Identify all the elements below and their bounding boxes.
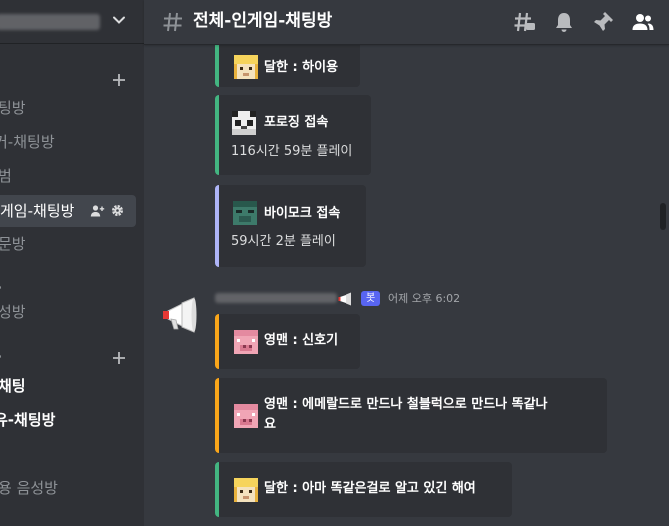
pin-icon[interactable] <box>591 10 615 34</box>
pig-head-icon <box>234 330 258 354</box>
category-marker <box>0 355 1 358</box>
pig-head-icon <box>234 404 258 428</box>
add-member-icon[interactable] <box>90 204 105 218</box>
embed-description: 59시간 2분 플레이 <box>231 234 336 249</box>
message-timestamp: 어제 오후 6:02 <box>388 292 461 305</box>
sidebar-channel-8[interactable]: 유-채팅방 <box>0 409 55 431</box>
sidebar-voice-channel[interactable]: 용 음성방 <box>0 477 58 499</box>
channel-header: 전체-인게임-채팅방 <box>144 0 669 45</box>
threads-icon[interactable] <box>512 10 536 34</box>
channel-sidebar: 팅방 커-채팅방 범 게임-채팅방 문방 성방 채팅 유-채팅방 용 음성방 <box>0 0 144 526</box>
embed-title: 포로징 접속 <box>264 115 329 130</box>
sidebar-channel-5[interactable]: 문방 <box>0 233 26 255</box>
panda-head-icon <box>232 111 256 135</box>
add-channel-plus-icon[interactable] <box>112 351 126 365</box>
embed-title: 바이모크 접속 <box>264 206 341 221</box>
sidebar-channel-6[interactable]: 성방 <box>0 301 26 323</box>
sidebar-channel-2[interactable]: 커-채팅방 <box>0 131 55 153</box>
embed-title: 달한 : 아마 똑같은걸로 알고 있긴 해여 <box>264 481 476 496</box>
channel-title: 전체-인게임-채팅방 <box>193 11 333 31</box>
embed-title: 영맨 : 에메랄드로 만드나 철블럭으로 만드나 똑같나 <box>264 397 548 412</box>
server-header[interactable] <box>0 0 144 44</box>
embed-title: 달한 : 하이용 <box>264 60 339 75</box>
embed-card: 달한 : 아마 똑같은걸로 알고 있긴 해여 <box>215 462 512 517</box>
steve-head-gold-icon <box>234 55 258 79</box>
bot-username-redacted[interactable] <box>215 293 337 303</box>
megaphone-icon <box>338 292 351 306</box>
message-list: 달한 : 하이용 포로징 접속 116시간 59분 플레이 바이모크 접속 59… <box>144 45 669 526</box>
add-channel-plus-icon[interactable] <box>112 73 126 87</box>
category-marker <box>0 286 1 289</box>
steve-head-gold-icon <box>234 478 258 502</box>
embed-description: 116시간 59분 플레이 <box>231 144 353 159</box>
members-icon[interactable] <box>631 10 655 34</box>
bot-badge: 봇 <box>361 291 381 306</box>
embed-card: 영맨 : 에메랄드로 만드나 철블럭으로 만드나 똑같나 요 <box>215 378 607 453</box>
hash-icon <box>163 12 182 32</box>
embed-card: 영맨 : 신호기 <box>215 314 360 369</box>
scrollbar-thumb[interactable] <box>660 203 666 230</box>
sidebar-channel-7[interactable]: 채팅 <box>0 375 26 397</box>
scrollbar-track[interactable] <box>657 45 665 526</box>
embed-title: 영맨 : 신호기 <box>264 333 339 348</box>
sidebar-channel-1[interactable]: 팅방 <box>0 97 26 119</box>
embed-card: 포로징 접속 116시간 59분 플레이 <box>215 95 371 175</box>
sidebar-channel-3[interactable]: 범 <box>0 165 12 187</box>
embed-card: 달한 : 하이용 <box>215 45 360 87</box>
embed-title-continued: 요 <box>264 417 276 432</box>
megaphone-icon[interactable] <box>160 295 200 335</box>
embed-card: 바이모크 접속 59시간 2분 플레이 <box>215 185 366 267</box>
bell-icon[interactable] <box>552 10 576 34</box>
chevron-down-icon[interactable] <box>111 12 127 28</box>
sidebar-channel-selected[interactable]: 게임-채팅방 <box>0 195 136 227</box>
zombie-head-icon <box>233 201 257 225</box>
selected-channel-label: 게임-채팅방 <box>0 202 75 220</box>
gear-icon[interactable] <box>111 204 124 217</box>
server-name-redacted <box>0 14 100 30</box>
